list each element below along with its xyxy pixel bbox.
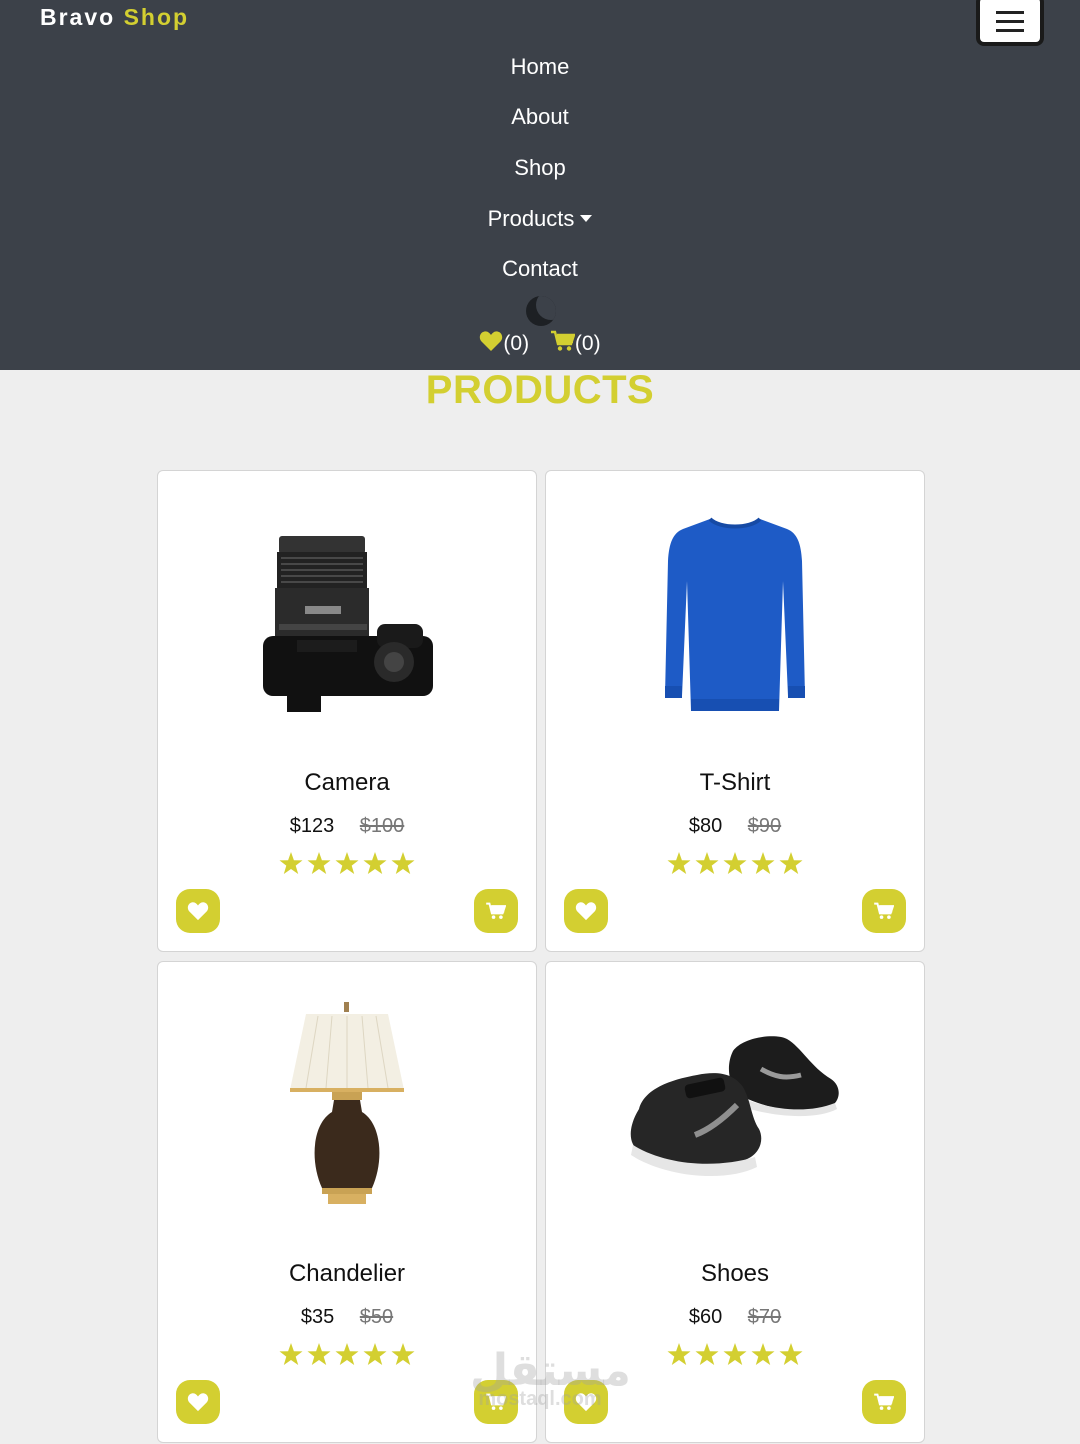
add-to-cart-button[interactable] [862, 1380, 906, 1424]
star-icon [779, 852, 803, 874]
product-price: $35 [300, 1306, 335, 1328]
star-icon [335, 1343, 359, 1365]
nav-link-home[interactable]: Home [0, 54, 1080, 80]
star-icon [391, 1343, 415, 1365]
wishlist-count: (0) [503, 332, 530, 355]
product-name: T-Shirt [699, 769, 771, 796]
product-image[interactable] [158, 491, 536, 741]
add-to-wishlist-button[interactable] [564, 889, 608, 933]
heart-icon [480, 331, 503, 351]
star-icon [391, 852, 415, 874]
star-icon [363, 852, 387, 874]
star-icon [695, 1343, 719, 1365]
star-icon [307, 1343, 331, 1365]
product-name: Shoes [700, 1260, 770, 1287]
product-image[interactable] [158, 982, 536, 1232]
star-icon [667, 1343, 691, 1365]
product-old-price: $70 [747, 1306, 782, 1328]
product-price-row: $35 $50 [158, 1306, 536, 1329]
star-icon [307, 852, 331, 874]
product-price-row: $60 $70 [546, 1306, 924, 1329]
star-icon [279, 852, 303, 874]
product-price-row: $80 $90 [546, 815, 924, 838]
rating-stars [158, 852, 536, 880]
header-counters: (0) (0) [0, 330, 1080, 356]
product-card: T-Shirt $80 $90 [545, 470, 925, 952]
nav-link-about[interactable]: About [0, 104, 1080, 130]
product-price: $123 [289, 815, 335, 837]
product-price: $80 [688, 815, 723, 837]
nav-link-products[interactable]: Products [0, 206, 1080, 232]
product-card: Camera $123 $100 [157, 470, 537, 952]
star-icon [363, 1343, 387, 1365]
star-icon [779, 1343, 803, 1365]
cart-icon [874, 1393, 894, 1410]
product-price: $60 [688, 1306, 723, 1328]
star-icon [723, 852, 747, 874]
product-name: Chandelier [288, 1260, 406, 1287]
product-name: Camera [304, 769, 390, 796]
hamburger-icon [996, 11, 1024, 14]
brand-logo[interactable]: Bravo Shop [40, 4, 189, 31]
section-title: PRODUCTS [425, 368, 655, 412]
star-icon [667, 852, 691, 874]
moon-icon[interactable] [526, 296, 556, 326]
heart-icon [575, 902, 597, 921]
caret-down-icon [580, 214, 593, 222]
nav-link-shop[interactable]: Shop [0, 155, 1080, 181]
brand-second: Shop [123, 4, 190, 30]
star-icon [279, 1343, 303, 1365]
star-icon [695, 852, 719, 874]
product-old-price: $90 [747, 815, 782, 837]
sweater-image [665, 517, 805, 711]
product-old-price: $50 [359, 1306, 394, 1328]
star-icon [723, 1343, 747, 1365]
product-price-row: $123 $100 [158, 815, 536, 838]
watermark: مستقل mostaql.com [470, 1345, 631, 1411]
nav-link-products-label: Products [487, 206, 575, 231]
navbar: Bravo Shop Home About Shop Products Cont… [0, 0, 1080, 370]
add-to-cart-button[interactable] [862, 889, 906, 933]
add-to-wishlist-button[interactable] [176, 1380, 220, 1424]
product-image[interactable] [546, 982, 924, 1232]
star-icon [751, 852, 775, 874]
watermark-url: mostaql.com [478, 1388, 602, 1410]
product-old-price: $100 [359, 815, 405, 837]
cart-icon [486, 902, 506, 919]
cart-counter[interactable]: (0) [550, 330, 601, 356]
brand-first: Bravo [40, 4, 116, 30]
star-icon [335, 852, 359, 874]
cart-icon [874, 902, 894, 919]
cart-icon [550, 330, 576, 351]
add-to-cart-button[interactable] [474, 889, 518, 933]
camera-image [263, 536, 433, 712]
wishlist-counter[interactable]: (0) [479, 330, 529, 356]
menu-toggle-button[interactable] [976, 0, 1044, 46]
add-to-wishlist-button[interactable] [176, 889, 220, 933]
product-image[interactable] [546, 491, 924, 741]
heart-icon [187, 902, 209, 921]
star-icon [751, 1343, 775, 1365]
nav-link-contact[interactable]: Contact [0, 256, 1080, 282]
heart-icon [187, 1393, 209, 1412]
lamp-image [290, 1002, 404, 1204]
rating-stars [546, 852, 924, 880]
cart-count: (0) [574, 332, 601, 355]
shoes-image [625, 1017, 845, 1197]
